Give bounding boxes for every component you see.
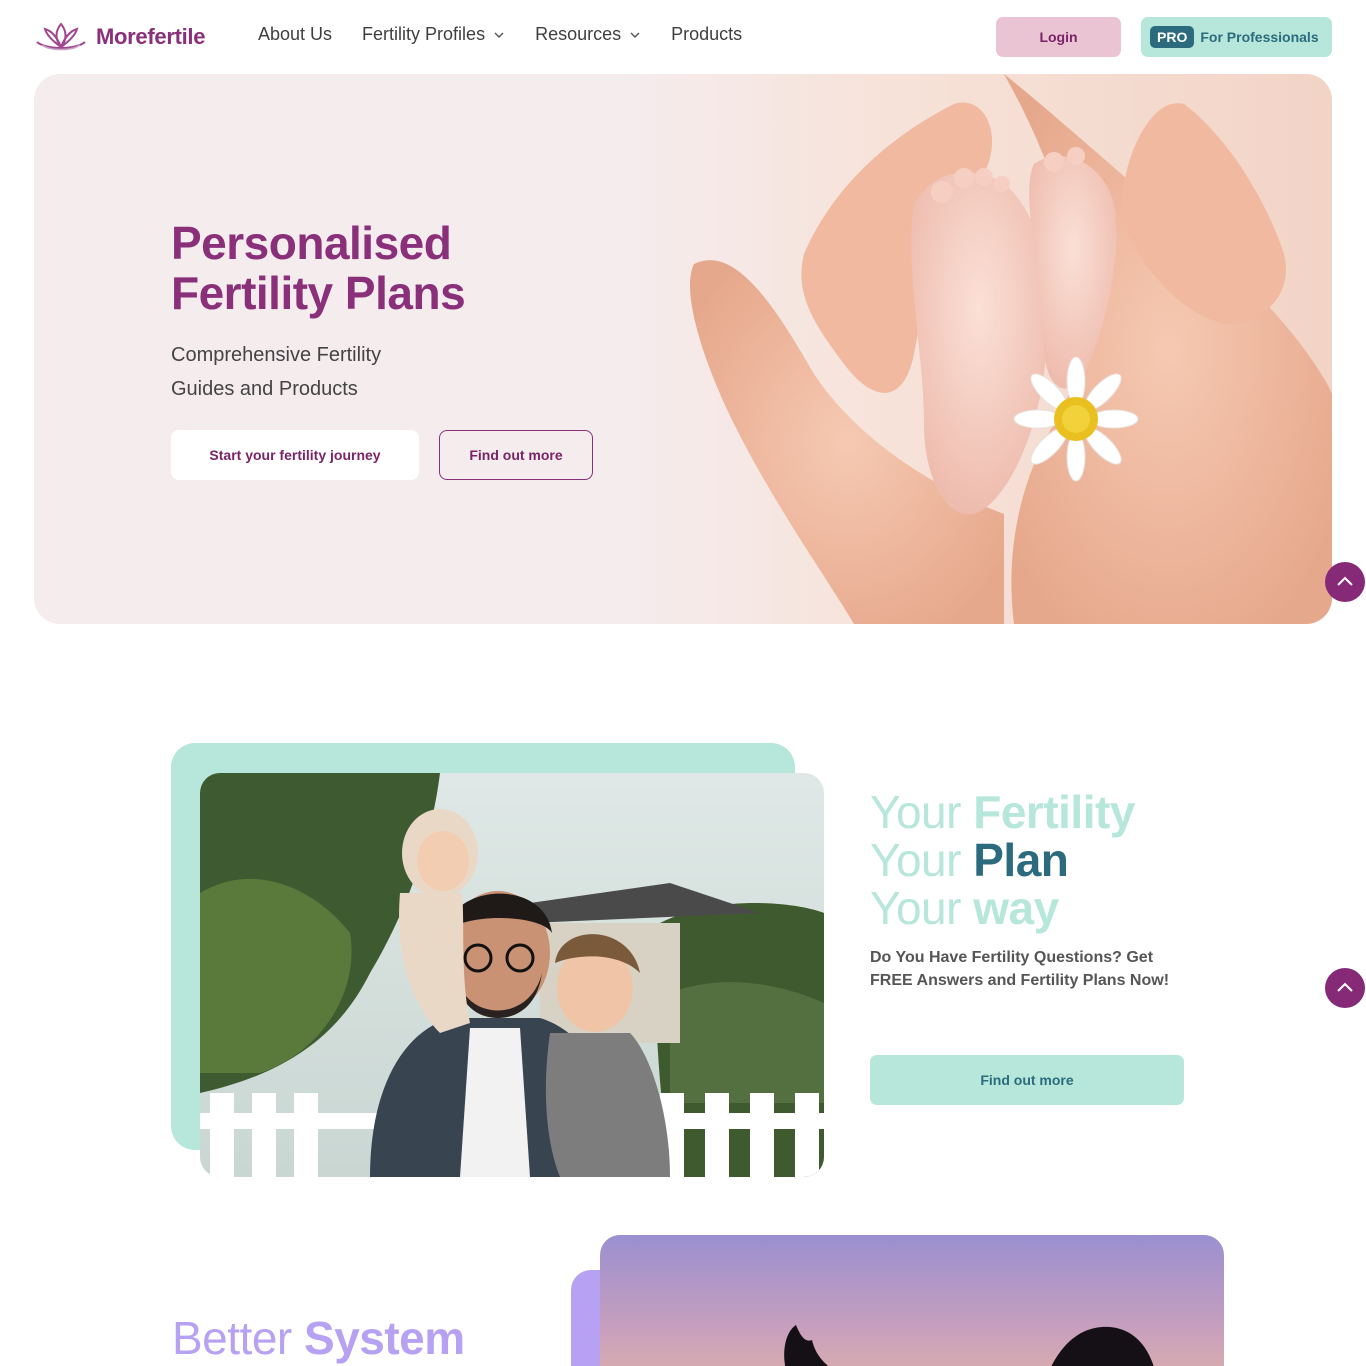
heading-line3: Your way [870, 884, 1135, 932]
nav-label: Fertility Profiles [362, 24, 486, 44]
hero-subtitle: Comprehensive Fertility Guides and Produ… [171, 338, 451, 406]
heading-line3-bold: way [973, 882, 1059, 934]
heading-line1: Your Fertility [870, 788, 1135, 836]
pro-badge: PRO [1150, 26, 1195, 48]
better-system-bold: System [304, 1312, 465, 1364]
hero-banner: Personalised Fertility Plans Comprehensi… [34, 74, 1332, 624]
hero-subtitle-line2: Guides and Products [171, 378, 358, 400]
sunset-silhouette-photo [600, 1235, 1224, 1366]
chevron-up-icon [1337, 982, 1353, 992]
logo[interactable]: Morefertile [34, 20, 205, 54]
hero-title-line2: Fertility Plans [171, 267, 466, 319]
family-photo [200, 773, 824, 1177]
brand-name: Morefertile [96, 24, 206, 49]
scroll-to-top-button-2[interactable] [1325, 968, 1365, 1008]
pro-label: For Professionals [1200, 29, 1319, 45]
scroll-to-top-button[interactable] [1325, 562, 1365, 602]
start-journey-button[interactable]: Start your fertility journey [171, 430, 419, 480]
chevron-down-icon [630, 32, 640, 38]
fertility-questions-subtitle: Do You Have Fertility Questions? Get FRE… [870, 949, 1170, 989]
hero-image-hands-baby-feet [624, 74, 1332, 624]
heading-line3-light: Your [870, 882, 961, 934]
nav-label: Products [671, 24, 743, 44]
section2-find-out-more-button[interactable]: Find out more [870, 1055, 1184, 1105]
nav-about-us[interactable]: About Us [258, 24, 332, 45]
heading-line2-bold: Plan [973, 834, 1069, 886]
lotus-icon [36, 22, 86, 51]
login-button[interactable]: Login [996, 17, 1121, 57]
hero-subtitle-line1: Comprehensive Fertility [171, 344, 382, 366]
better-system-light: Better [172, 1312, 292, 1364]
heading-line1-bold: Fertility [973, 786, 1135, 838]
heading-line2: Your Plan [870, 836, 1135, 884]
site-header: Morefertile About Us Fertility Profiles … [0, 0, 1366, 74]
nav-label: About Us [258, 24, 333, 44]
hero-title-line1: Personalised [171, 217, 452, 269]
better-system-heading: Better System [172, 1312, 465, 1364]
hero-title: Personalised Fertility Plans [171, 218, 631, 318]
nav-resources[interactable]: Resources [535, 24, 641, 45]
chevron-down-icon [494, 32, 504, 38]
main-nav: About Us Fertility Profiles Resources Pr… [258, 24, 742, 45]
fertility-plan-way-heading: Your Fertility Your Plan Your way [870, 788, 1135, 932]
heading-line2-light: Your [870, 834, 961, 886]
for-professionals-button[interactable]: PRO For Professionals [1141, 17, 1332, 57]
chevron-up-icon [1337, 576, 1353, 586]
nav-products[interactable]: Products [671, 24, 742, 45]
nav-label: Resources [535, 24, 622, 44]
heading-line1-light: Your [870, 786, 961, 838]
hero-find-out-more-button[interactable]: Find out more [439, 430, 593, 480]
nav-fertility-profiles[interactable]: Fertility Profiles [362, 24, 505, 45]
